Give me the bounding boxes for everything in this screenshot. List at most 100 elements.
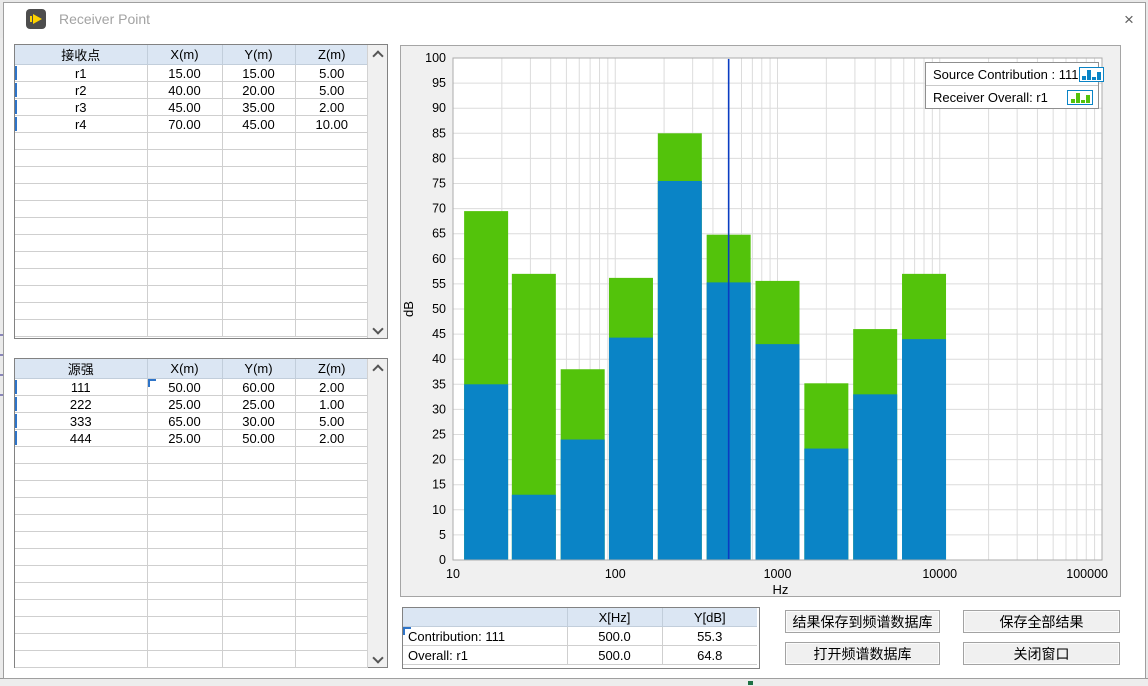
y-tick-label: 75 <box>432 177 446 191</box>
table-cell <box>147 515 222 532</box>
table-cell <box>295 218 368 235</box>
table-cell <box>15 201 147 218</box>
window-close-icon[interactable]: × <box>1110 7 1148 34</box>
table-cell[interactable]: 60.00 <box>222 379 295 396</box>
table-cell <box>147 286 222 303</box>
y-tick-label: 95 <box>432 76 446 90</box>
table-cell[interactable]: 25.00 <box>222 396 295 413</box>
table-cell[interactable]: 5.00 <box>295 413 368 430</box>
table-cell <box>295 269 368 286</box>
x-axis-label: Hz <box>773 582 789 596</box>
table-cell <box>295 320 368 337</box>
table-cell[interactable]: 45.00 <box>222 116 295 133</box>
table-cell[interactable]: 5.00 <box>295 65 368 82</box>
close-window-button[interactable]: 关闭窗口 <box>963 642 1120 665</box>
table-cell <box>222 481 295 498</box>
table-row-empty <box>15 532 368 549</box>
table-cell[interactable]: 333 <box>15 413 147 430</box>
table-cell[interactable]: Overall: r1 <box>403 646 567 665</box>
table-cell[interactable]: 10.00 <box>295 116 368 133</box>
legend-bar-plot-icon <box>1067 90 1093 105</box>
table-cell[interactable]: 2.00 <box>295 430 368 447</box>
table-cell[interactable]: 15.00 <box>147 65 222 82</box>
y-tick-label: 30 <box>432 402 446 416</box>
table-cell <box>295 532 368 549</box>
table-cell[interactable]: 55.3 <box>662 627 757 646</box>
bar-contribution <box>464 384 508 560</box>
table-cell[interactable]: 20.00 <box>222 82 295 99</box>
table-cell[interactable]: 444 <box>15 430 147 447</box>
table-cell[interactable]: 30.00 <box>222 413 295 430</box>
bar-contribution <box>512 495 556 560</box>
table-cell[interactable]: 15.00 <box>222 65 295 82</box>
scroll-up-icon[interactable] <box>368 359 387 376</box>
scroll-down-icon[interactable] <box>368 321 387 338</box>
y-tick-label: 20 <box>432 453 446 467</box>
table-cell[interactable]: 25.00 <box>147 396 222 413</box>
table-cell[interactable]: r2 <box>15 82 147 99</box>
table-cell[interactable]: r1 <box>15 65 147 82</box>
table-row: r240.0020.005.00 <box>15 82 368 99</box>
receiver-table-scrollbar[interactable] <box>367 45 387 338</box>
table-cell[interactable]: 111 <box>15 379 147 396</box>
table-cell <box>222 566 295 583</box>
scroll-up-icon[interactable] <box>368 45 387 62</box>
table-row-empty <box>15 167 368 184</box>
table-cell <box>222 498 295 515</box>
legend-entry[interactable]: Receiver Overall: r1 <box>926 85 1098 108</box>
spectrum-bar-chart: 0510152025303540455055606570758085909510… <box>401 46 1120 596</box>
table-cell[interactable]: 70.00 <box>147 116 222 133</box>
table-cell <box>295 286 368 303</box>
table-row-empty <box>15 252 368 269</box>
table-cell <box>147 447 222 464</box>
table-cell <box>147 269 222 286</box>
table-cell[interactable]: 1.00 <box>295 396 368 413</box>
table-cell <box>15 583 147 600</box>
table-row: Contribution: 111500.055.3 <box>403 627 757 646</box>
table-cell <box>222 549 295 566</box>
table-cell <box>222 447 295 464</box>
table-cell[interactable]: 65.00 <box>147 413 222 430</box>
legend-entry[interactable]: Source Contribution : 111 <box>926 63 1098 85</box>
save-all-results-button[interactable]: 保存全部结果 <box>963 610 1120 633</box>
save-results-to-spectrum-db-button[interactable]: 结果保存到频谱数据库 <box>785 610 940 633</box>
column-header: Y[dB] <box>662 608 757 627</box>
table-cell <box>15 600 147 617</box>
table-cell[interactable]: 35.00 <box>222 99 295 116</box>
table-cell <box>15 532 147 549</box>
table-cell <box>295 150 368 167</box>
scroll-down-icon[interactable] <box>368 650 387 667</box>
table-cell[interactable]: Contribution: 111 <box>403 627 567 646</box>
table-cell[interactable]: r4 <box>15 116 147 133</box>
table-cell[interactable]: 500.0 <box>567 646 662 665</box>
table-cell <box>295 252 368 269</box>
y-tick-label: 0 <box>439 553 446 567</box>
background-app-icon <box>748 681 753 685</box>
legend-label: Source Contribution : 111 <box>933 67 1079 82</box>
window-title: Receiver Point <box>59 11 150 27</box>
open-spectrum-db-button[interactable]: 打开频谱数据库 <box>785 642 940 665</box>
table-cell[interactable]: 2.00 <box>295 379 368 396</box>
x-tick-label: 10000 <box>922 567 957 581</box>
table-cell[interactable]: 50.00 <box>222 430 295 447</box>
table-cell[interactable]: 64.8 <box>662 646 757 665</box>
chart-legend[interactable]: Source Contribution : 111 Receiver Overal… <box>925 62 1099 109</box>
table-cell[interactable]: 25.00 <box>147 430 222 447</box>
table-cell[interactable]: r3 <box>15 99 147 116</box>
table-row-empty <box>15 464 368 481</box>
table-cell[interactable]: 500.0 <box>567 627 662 646</box>
table-cell[interactable]: 40.00 <box>147 82 222 99</box>
table-cell[interactable]: 5.00 <box>295 82 368 99</box>
table-cell[interactable]: 2.00 <box>295 99 368 116</box>
table-cell[interactable]: 222 <box>15 396 147 413</box>
table-cell[interactable]: 45.00 <box>147 99 222 116</box>
table-cell[interactable]: 50.00 <box>147 379 222 396</box>
source-table: 源强X(m)Y(m)Z(m)11150.0060.002.0022225.002… <box>15 359 368 668</box>
y-tick-label: 40 <box>432 352 446 366</box>
source-table-scrollbar[interactable] <box>367 359 387 667</box>
column-header: Z(m) <box>295 45 368 65</box>
table-cell <box>222 515 295 532</box>
table-cell <box>295 184 368 201</box>
table-cell <box>295 498 368 515</box>
table-row-empty <box>15 617 368 634</box>
